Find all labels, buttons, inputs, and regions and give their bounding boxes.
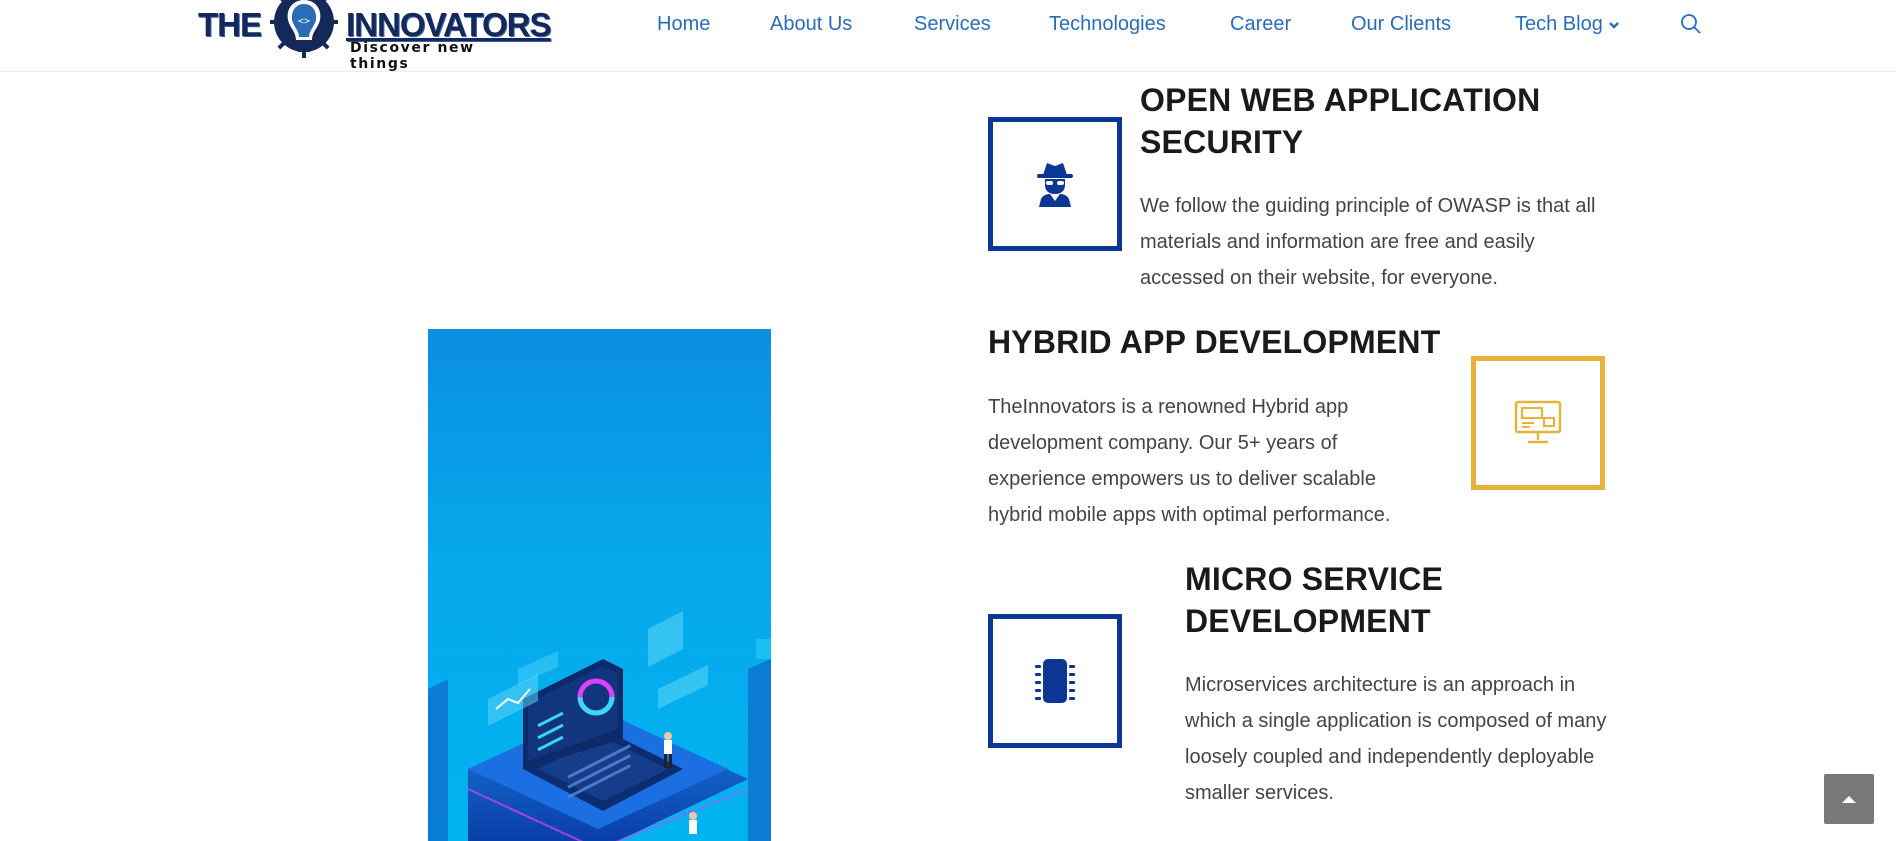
feature-desc-microservice-line1: Microservices architecture is an approac…: [1185, 674, 1576, 696]
search-icon[interactable]: [1680, 13, 1702, 35]
feature-title-hybrid: HYBRID APP DEVELOPMENT: [988, 321, 1440, 363]
feature-title-owasp-line1: OPEN WEB APPLICATION: [1140, 82, 1541, 118]
nav-home[interactable]: Home: [657, 13, 710, 36]
spy-icon: [1037, 163, 1073, 207]
feature-desc-microservice-line4: smaller services.: [1185, 782, 1334, 804]
back-to-top-button[interactable]: [1824, 774, 1874, 824]
feature-desc-hybrid-line3: experience empowers us to deliver scalab…: [988, 468, 1376, 490]
nav-technologies[interactable]: Technologies: [1049, 13, 1166, 36]
nav-tech-blog[interactable]: Tech Blog: [1515, 13, 1620, 36]
svg-text:<>: <>: [298, 16, 310, 27]
feature-desc-owasp: We follow the guiding principle of OWASP…: [1140, 188, 1595, 296]
nav-career[interactable]: Career: [1230, 13, 1291, 36]
lightbulb-gear-icon: <>: [270, 0, 338, 58]
logo-tagline: Discover new things: [350, 40, 475, 72]
site-logo[interactable]: THE <> INNOVATORS Discover new things: [198, 0, 552, 72]
feature-title-microservice-line2: DEVELOPMENT: [1185, 603, 1431, 639]
chevron-down-icon: [1608, 21, 1619, 29]
monitor-app-icon: [1514, 400, 1562, 444]
feature-title-microservice: MICRO SERVICE DEVELOPMENT: [1185, 558, 1443, 642]
feature-desc-owasp-line3: accessed on their website, for everyone.: [1140, 267, 1498, 289]
feature-title-owasp-line2: SECURITY: [1140, 124, 1304, 160]
feature-desc-microservice: Microservices architecture is an approac…: [1185, 667, 1606, 811]
microservice-icon-box: [988, 614, 1122, 748]
feature-desc-microservice-line2: which a single application is composed o…: [1185, 710, 1607, 732]
site-header: THE <> INNOVATORS Discover new things Ho…: [0, 0, 1896, 72]
feature-title-owasp: OPEN WEB APPLICATION SECURITY: [1140, 79, 1540, 163]
nav-our-clients[interactable]: Our Clients: [1351, 13, 1451, 36]
hybrid-icon-box: [1471, 356, 1605, 490]
feature-desc-hybrid-line2: development company. Our 5+ years of: [988, 432, 1338, 454]
nav-tech-blog-label: Tech Blog: [1515, 13, 1603, 35]
microchip-icon: [1035, 659, 1075, 703]
feature-title-microservice-line1: MICRO SERVICE: [1185, 561, 1444, 597]
feature-desc-owasp-line1: We follow the guiding principle of OWASP…: [1140, 195, 1596, 217]
logo-text-the: THE: [198, 6, 262, 43]
feature-desc-owasp-line2: materials and information are free and e…: [1140, 231, 1535, 253]
nav-about-us[interactable]: About Us: [770, 13, 852, 36]
logo-text-innovators: INNOVATORS: [346, 6, 552, 43]
isometric-laptop-illustration: [428, 329, 771, 841]
feature-title-hybrid-line1: HYBRID APP DEVELOPMENT: [988, 324, 1441, 360]
feature-desc-hybrid-line4: hybrid mobile apps with optimal performa…: [988, 504, 1391, 526]
security-icon-box: [988, 117, 1122, 251]
chevron-up-icon: [1842, 796, 1856, 803]
feature-desc-hybrid: TheInnovators is a renowned Hybrid app d…: [988, 389, 1390, 533]
nav-services[interactable]: Services: [914, 13, 991, 36]
feature-desc-hybrid-line1: TheInnovators is a renowned Hybrid app: [988, 396, 1349, 418]
feature-desc-microservice-line3: loosely coupled and independently deploy…: [1185, 746, 1595, 768]
